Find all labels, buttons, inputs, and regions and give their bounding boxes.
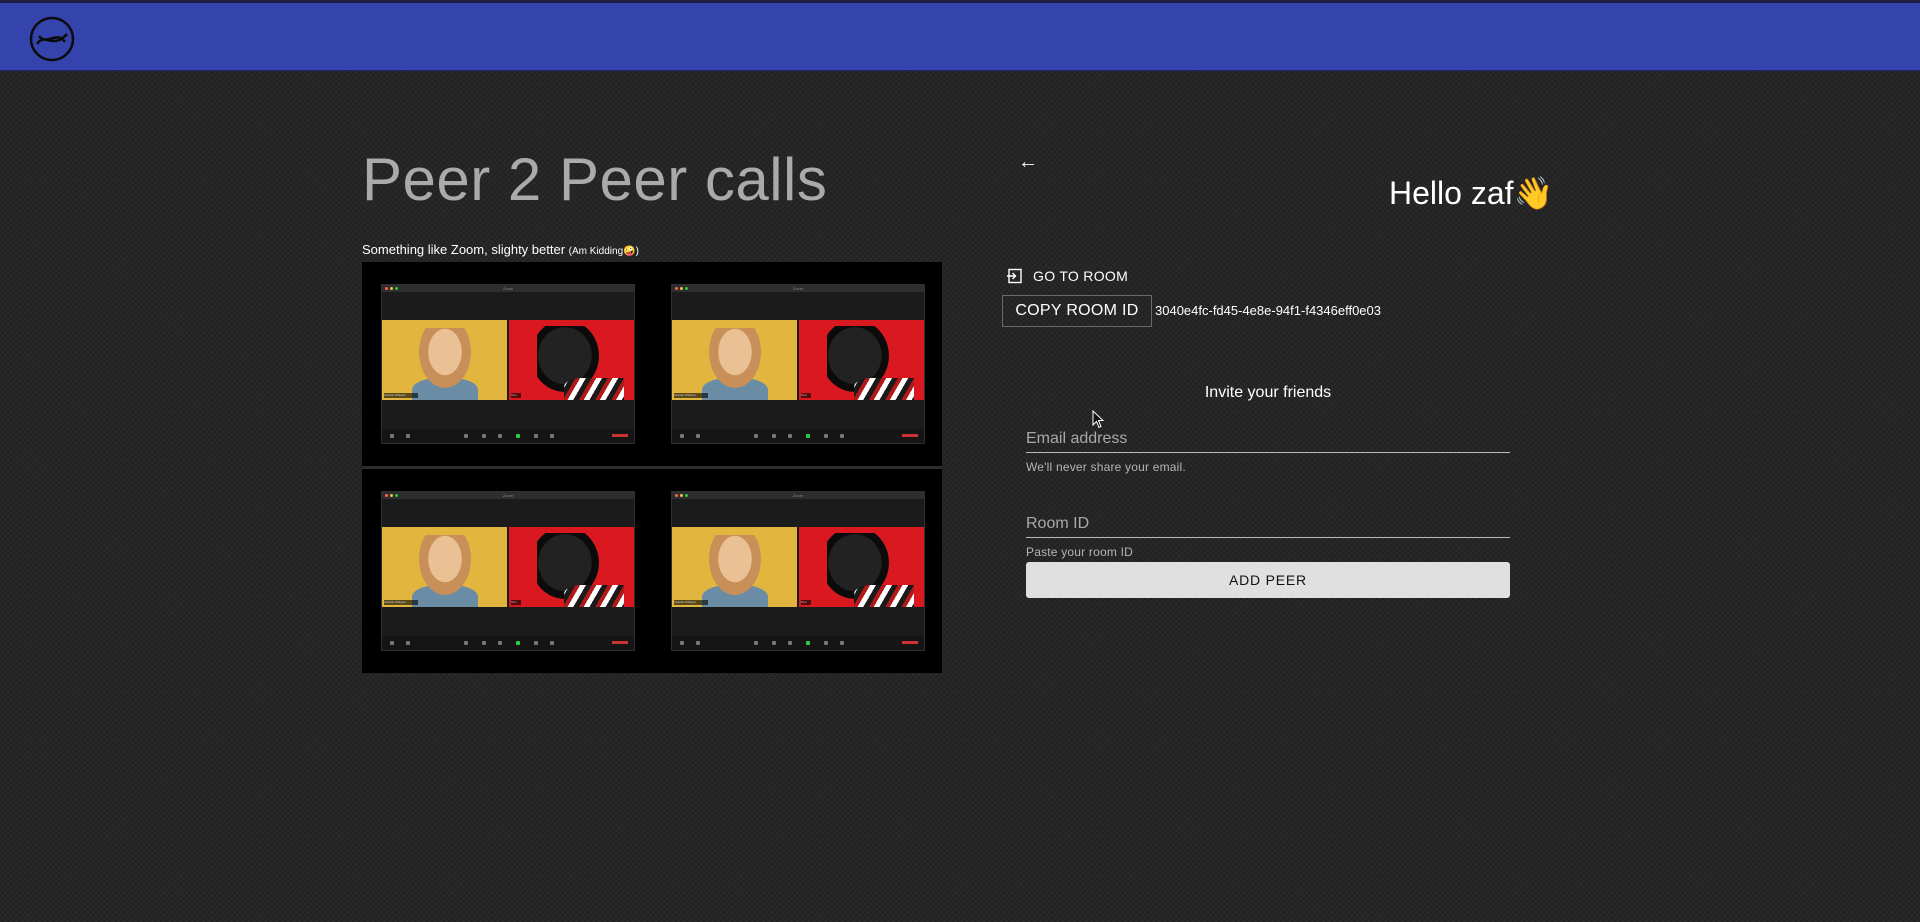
participant-video: Tom — [509, 320, 634, 400]
participant-name: Tom — [511, 600, 521, 605]
video-tile: Zoom Scarlett Whisper Tom — [362, 262, 652, 466]
call-window: Zoom Scarlett Whisper Tom — [671, 491, 925, 651]
call-window: Zoom Scarlett Whisper Tom — [671, 284, 925, 444]
window-titlebar: Zoom — [382, 285, 634, 292]
video-tile: Zoom Scarlett Whisper Tom — [362, 469, 652, 673]
video-tile: Zoom Scarlett Whisper Tom — [652, 469, 942, 673]
participant-video: Tom — [799, 320, 924, 400]
participant-name: Scarlett Whisper — [674, 393, 708, 398]
invite-heading: Invite your friends — [1204, 384, 1332, 401]
intro-section: Peer 2 Peer calls Something like Zoom, s… — [362, 140, 942, 673]
video-preview-grid: Zoom Scarlett Whisper Tom Zoom Scarlett … — [362, 262, 942, 673]
mouse-cursor-icon — [1092, 410, 1105, 429]
go-to-room-button[interactable]: GO TO ROOM — [1007, 266, 1128, 286]
participant-name: Scarlett Whisper — [674, 600, 708, 605]
window-title: Zoom — [792, 493, 804, 498]
participant-video: Tom — [799, 527, 924, 607]
video-tile: Zoom Scarlett Whisper Tom — [652, 262, 942, 466]
call-controls — [672, 429, 924, 443]
subtitle-note: (Am Kidding🤪) — [568, 246, 639, 257]
back-arrow-icon[interactable]: ← — [1018, 150, 1038, 174]
call-window: Zoom Scarlett Whisper Tom — [381, 491, 635, 651]
window-title: Zoom — [792, 286, 804, 291]
page-subtitle: Something like Zoom, slighty better (Am … — [362, 242, 639, 257]
participant-video: Scarlett Whisper — [382, 320, 507, 400]
participant-name: Tom — [801, 600, 811, 605]
window-title: Zoom — [502, 286, 514, 291]
participant-video: Scarlett Whisper — [672, 527, 797, 607]
call-window: Zoom Scarlett Whisper Tom — [381, 284, 635, 444]
add-peer-button[interactable]: ADD PEER — [1026, 562, 1510, 598]
login-icon — [1007, 268, 1022, 284]
logo-icon[interactable] — [29, 16, 75, 62]
page-title: Peer 2 Peer calls — [362, 146, 828, 213]
participant-name: Scarlett Whisper — [384, 600, 418, 605]
copy-room-id-button[interactable]: COPY ROOM ID — [1002, 295, 1152, 327]
participant-video: Tom — [509, 527, 634, 607]
room-id-form-group: Paste your room ID — [1026, 510, 1510, 559]
room-id-text: 3040e4fc-fd45-4e8e-94f1-f4346eff0e03 — [1155, 303, 1382, 318]
call-controls — [382, 429, 634, 443]
room-id-input[interactable] — [1026, 510, 1510, 538]
window-titlebar: Zoom — [382, 492, 634, 499]
participant-video: Scarlett Whisper — [672, 320, 797, 400]
email-help-text: We'll never share your email. — [1026, 460, 1186, 474]
call-controls — [672, 636, 924, 650]
participant-name: Tom — [801, 393, 811, 398]
participant-name: Tom — [511, 393, 521, 398]
go-to-room-label: GO TO ROOM — [1033, 268, 1129, 284]
window-title: Zoom — [502, 493, 514, 498]
window-titlebar: Zoom — [672, 285, 924, 292]
call-controls — [382, 636, 634, 650]
participant-video: Scarlett Whisper — [382, 527, 507, 607]
window-titlebar: Zoom — [672, 492, 924, 499]
top-app-bar — [0, 0, 1920, 71]
subtitle-text: Something like Zoom, slighty better — [362, 242, 566, 257]
room-id-help-text: Paste your room ID — [1026, 545, 1133, 559]
participant-name: Scarlett Whisper — [384, 393, 418, 398]
greeting: Hello zaf👋 — [1389, 175, 1554, 211]
email-form-group: We'll never share your email. — [1026, 425, 1510, 474]
